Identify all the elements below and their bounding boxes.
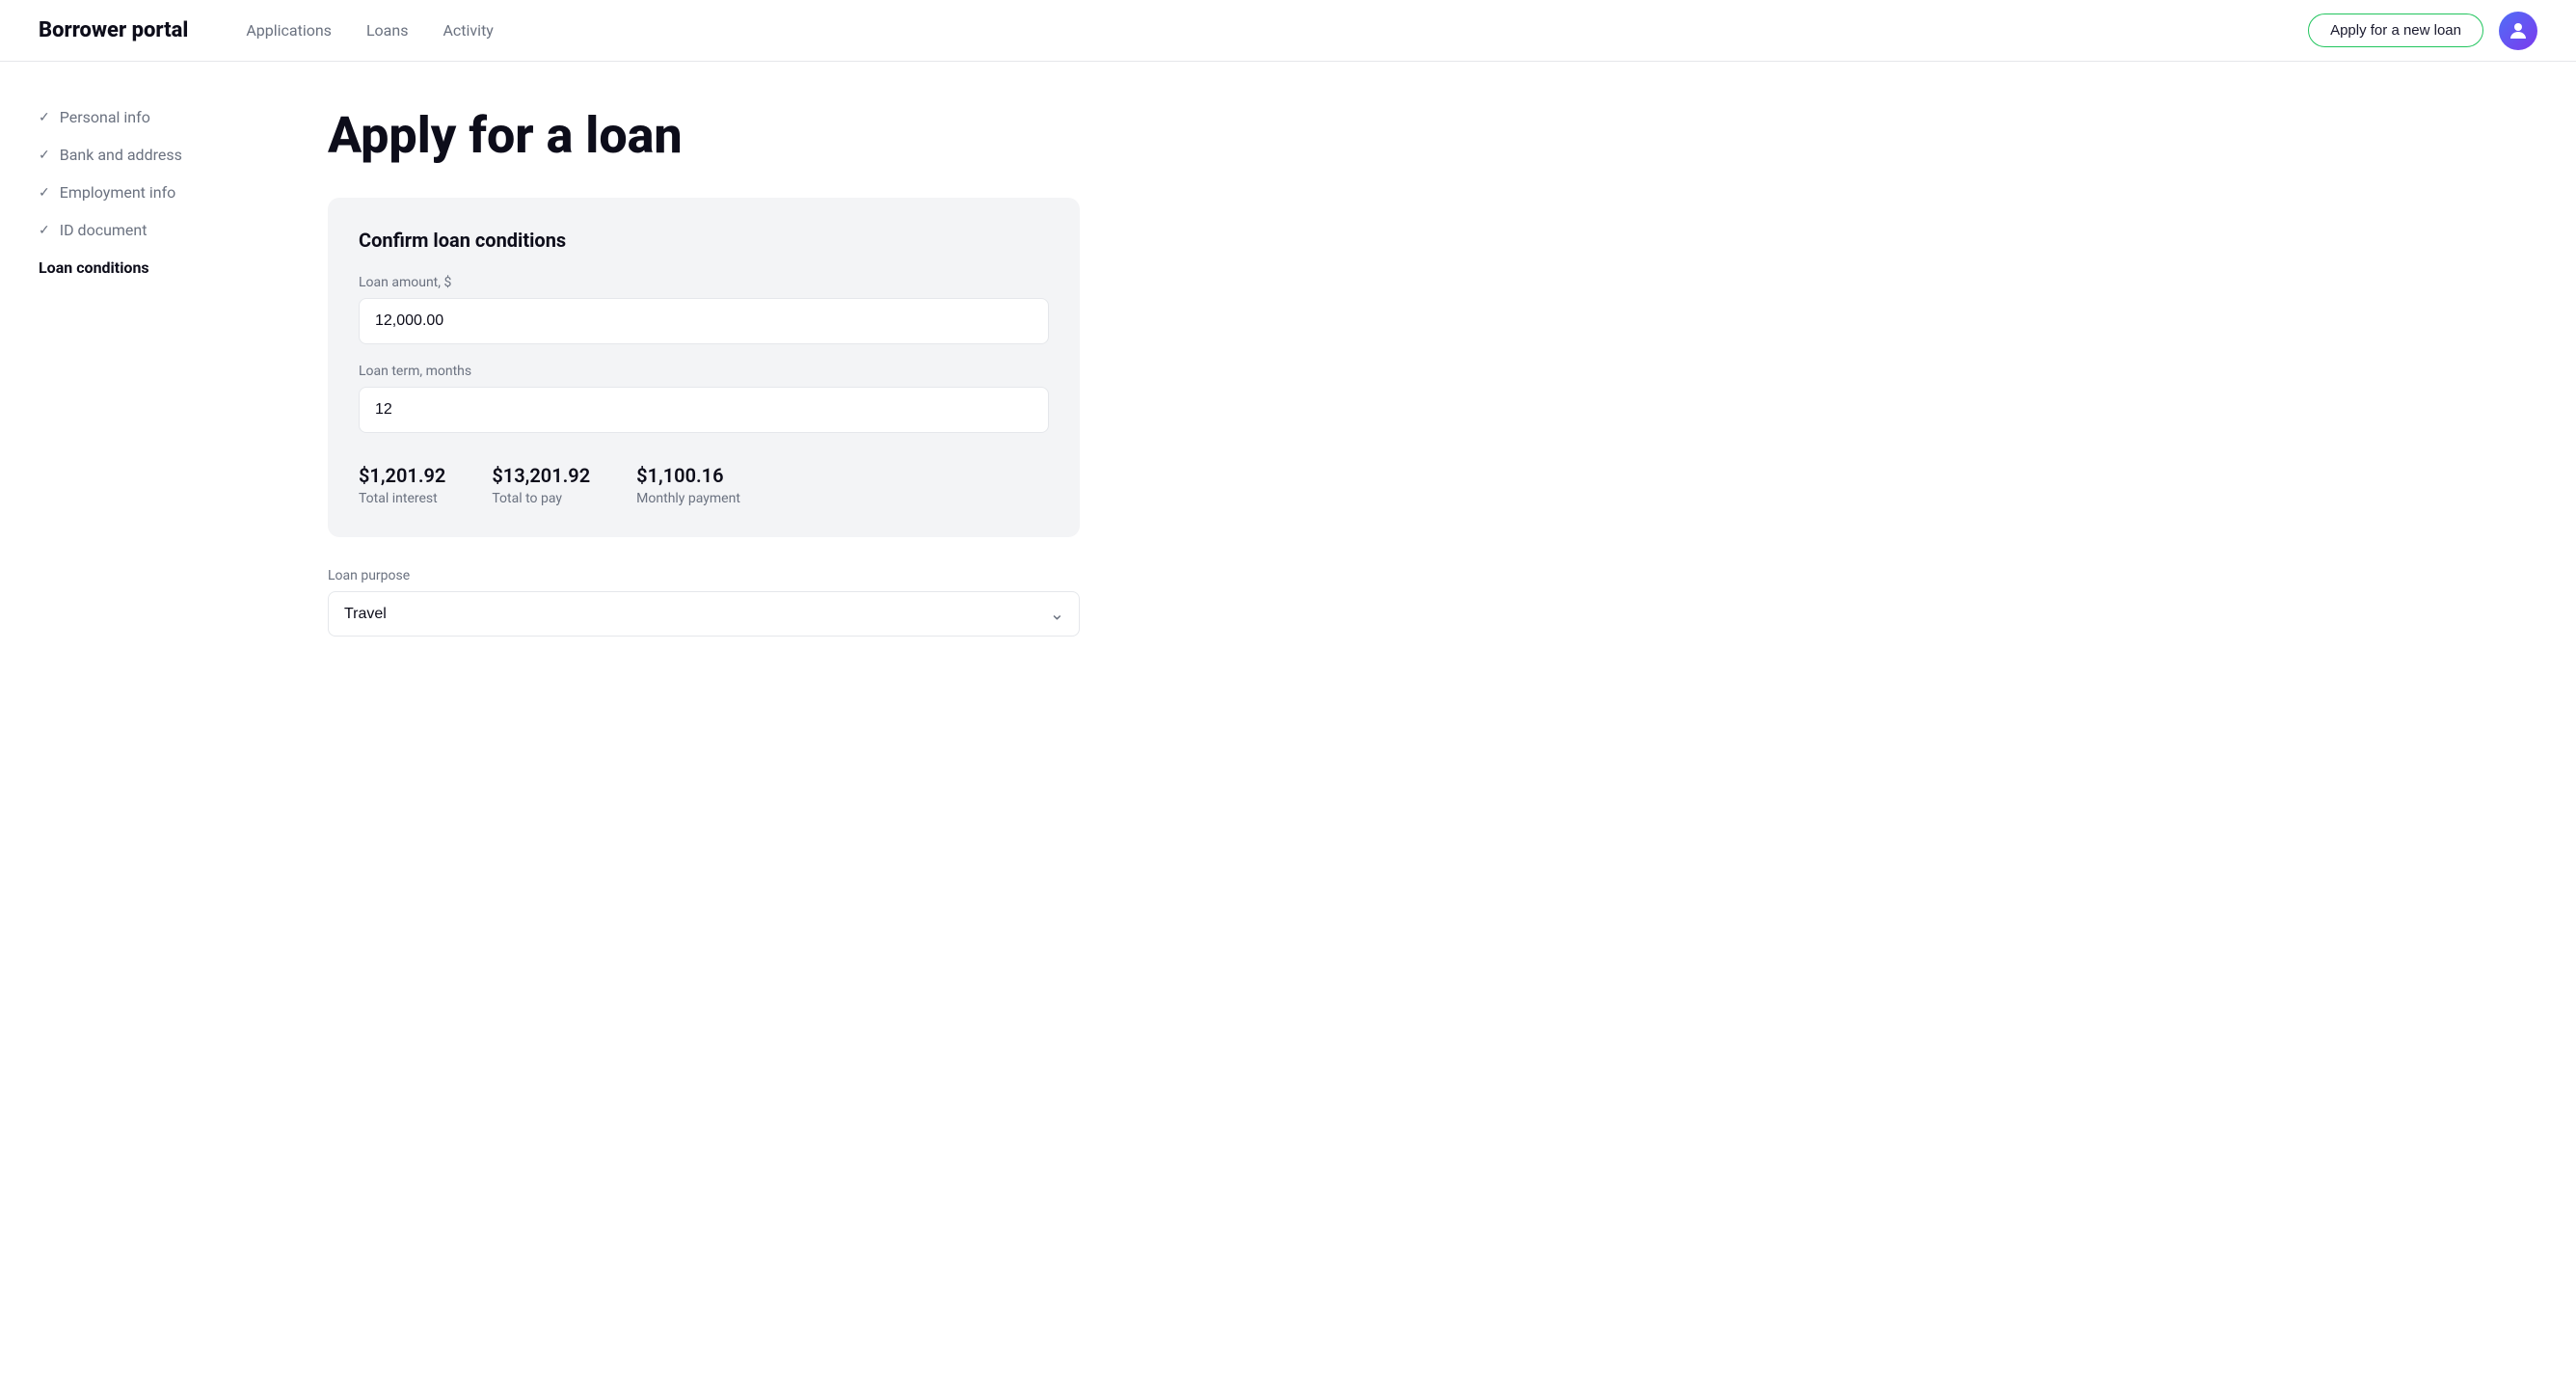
main-nav: Applications Loans Activity	[246, 21, 2308, 40]
stat-total-interest: $1,201.92 Total interest	[359, 464, 445, 506]
sidebar-label-personal-info: Personal info	[60, 108, 150, 126]
check-icon-bank-and-address: ✓	[39, 148, 50, 163]
loan-purpose-wrapper: Travel Home improvement Education Medica…	[328, 591, 1080, 637]
stat-total-to-pay-value: $13,201.92	[492, 464, 590, 487]
loan-stats-row: $1,201.92 Total interest $13,201.92 Tota…	[359, 464, 1049, 506]
stat-total-to-pay-label: Total to pay	[492, 491, 590, 506]
loan-amount-input[interactable]	[359, 298, 1049, 344]
sidebar-item-loan-conditions[interactable]: Loan conditions	[39, 258, 231, 277]
check-icon-personal-info: ✓	[39, 110, 50, 125]
avatar-image	[2499, 12, 2537, 50]
stat-monthly-payment: $1,100.16 Monthly payment	[636, 464, 740, 506]
stat-total-interest-label: Total interest	[359, 491, 445, 506]
loan-purpose-label: Loan purpose	[328, 568, 1080, 583]
loan-term-label: Loan term, months	[359, 364, 1049, 379]
stat-monthly-payment-label: Monthly payment	[636, 491, 740, 506]
loan-conditions-card: Confirm loan conditions Loan amount, $ L…	[328, 198, 1080, 537]
sidebar-item-personal-info[interactable]: ✓ Personal info	[39, 108, 231, 126]
logo: Borrower portal	[39, 18, 188, 42]
nav-loans[interactable]: Loans	[366, 21, 409, 40]
sidebar-label-loan-conditions: Loan conditions	[39, 258, 149, 277]
sidebar-label-bank-and-address: Bank and address	[60, 146, 182, 164]
stat-total-to-pay: $13,201.92 Total to pay	[492, 464, 590, 506]
stat-total-interest-value: $1,201.92	[359, 464, 445, 487]
sidebar-item-employment-info[interactable]: ✓ Employment info	[39, 183, 231, 202]
avatar[interactable]	[2499, 12, 2537, 50]
stat-monthly-payment-value: $1,100.16	[636, 464, 740, 487]
sidebar-item-id-document[interactable]: ✓ ID document	[39, 221, 231, 239]
loan-amount-label: Loan amount, $	[359, 275, 1049, 290]
sidebar-label-id-document: ID document	[60, 221, 148, 239]
loan-purpose-select[interactable]: Travel Home improvement Education Medica…	[328, 591, 1080, 637]
page-layout: ✓ Personal info ✓ Bank and address ✓ Emp…	[0, 62, 2576, 1382]
apply-new-loan-button[interactable]: Apply for a new loan	[2308, 14, 2483, 47]
sidebar-label-employment-info: Employment info	[60, 183, 176, 202]
header-actions: Apply for a new loan	[2308, 12, 2537, 50]
page-title: Apply for a loan	[328, 108, 1080, 163]
sidebar-item-bank-and-address[interactable]: ✓ Bank and address	[39, 146, 231, 164]
check-icon-id-document: ✓	[39, 223, 50, 238]
card-title: Confirm loan conditions	[359, 229, 1049, 252]
header: Borrower portal Applications Loans Activ…	[0, 0, 2576, 62]
check-icon-employment-info: ✓	[39, 185, 50, 201]
main-content: Apply for a loan Confirm loan conditions…	[270, 62, 1138, 1382]
sidebar: ✓ Personal info ✓ Bank and address ✓ Emp…	[0, 62, 270, 1382]
nav-activity[interactable]: Activity	[443, 21, 493, 40]
loan-purpose-section: Loan purpose Travel Home improvement Edu…	[328, 568, 1080, 667]
loan-term-input[interactable]	[359, 387, 1049, 433]
nav-applications[interactable]: Applications	[246, 21, 332, 40]
